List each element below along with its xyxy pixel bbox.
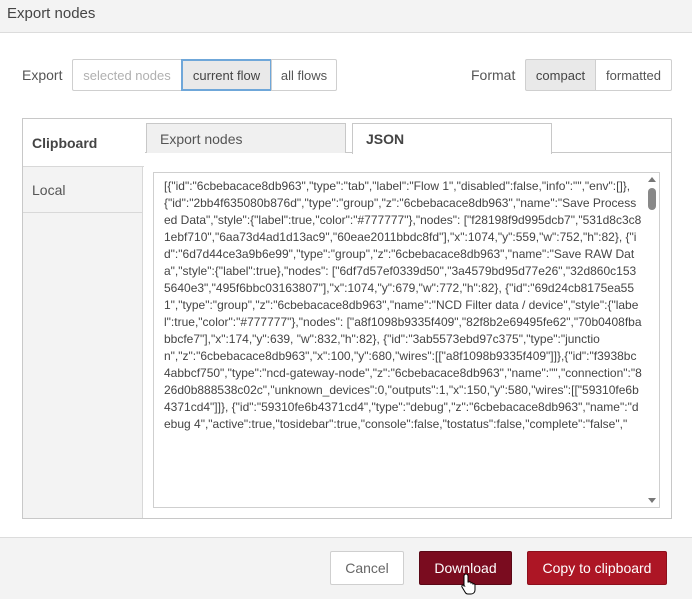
content-tab-bar: Export nodes JSON — [145, 119, 671, 154]
export-current-flow-button[interactable]: current flow — [181, 59, 272, 91]
scroll-thumb[interactable] — [648, 188, 656, 210]
cancel-button[interactable]: Cancel — [330, 551, 404, 585]
format-compact-button[interactable]: compact — [525, 59, 596, 91]
json-textarea[interactable]: [{"id":"6cbebacace8db963","type":"tab","… — [153, 172, 660, 508]
format-label: Format — [471, 67, 516, 83]
export-all-flows-button[interactable]: all flows — [271, 59, 337, 91]
dialog-title-bar: Export nodes — [0, 0, 692, 33]
dialog-footer: Cancel Download Copy to clipboard — [0, 537, 692, 599]
dialog-title: Export nodes — [7, 5, 96, 22]
copy-to-clipboard-button[interactable]: Copy to clipboard — [527, 551, 667, 585]
tab-json[interactable]: JSON — [352, 123, 552, 154]
json-content: [{"id":"6cbebacace8db963","type":"tab","… — [164, 179, 642, 431]
hand-pointer-cursor-icon — [461, 573, 476, 595]
scroll-down-arrow-icon[interactable] — [648, 498, 656, 503]
export-selected-nodes-button[interactable]: selected nodes — [72, 59, 182, 91]
tab-export-nodes[interactable]: Export nodes — [146, 123, 346, 153]
scroll-up-arrow-icon[interactable] — [648, 177, 656, 182]
export-scope-group: selected nodes current flow all flows — [72, 59, 337, 91]
side-tab-local[interactable]: Local — [23, 167, 143, 213]
side-tab-bar: Clipboard Local — [23, 119, 144, 518]
export-panel: Clipboard Local Export nodes JSON [{"id"… — [22, 118, 672, 519]
format-group: compact formatted — [525, 59, 672, 91]
format-formatted-button[interactable]: formatted — [595, 59, 672, 91]
export-label: Export — [22, 67, 63, 83]
json-scrollbar[interactable] — [645, 173, 659, 507]
side-tab-clipboard[interactable]: Clipboard — [23, 119, 144, 167]
